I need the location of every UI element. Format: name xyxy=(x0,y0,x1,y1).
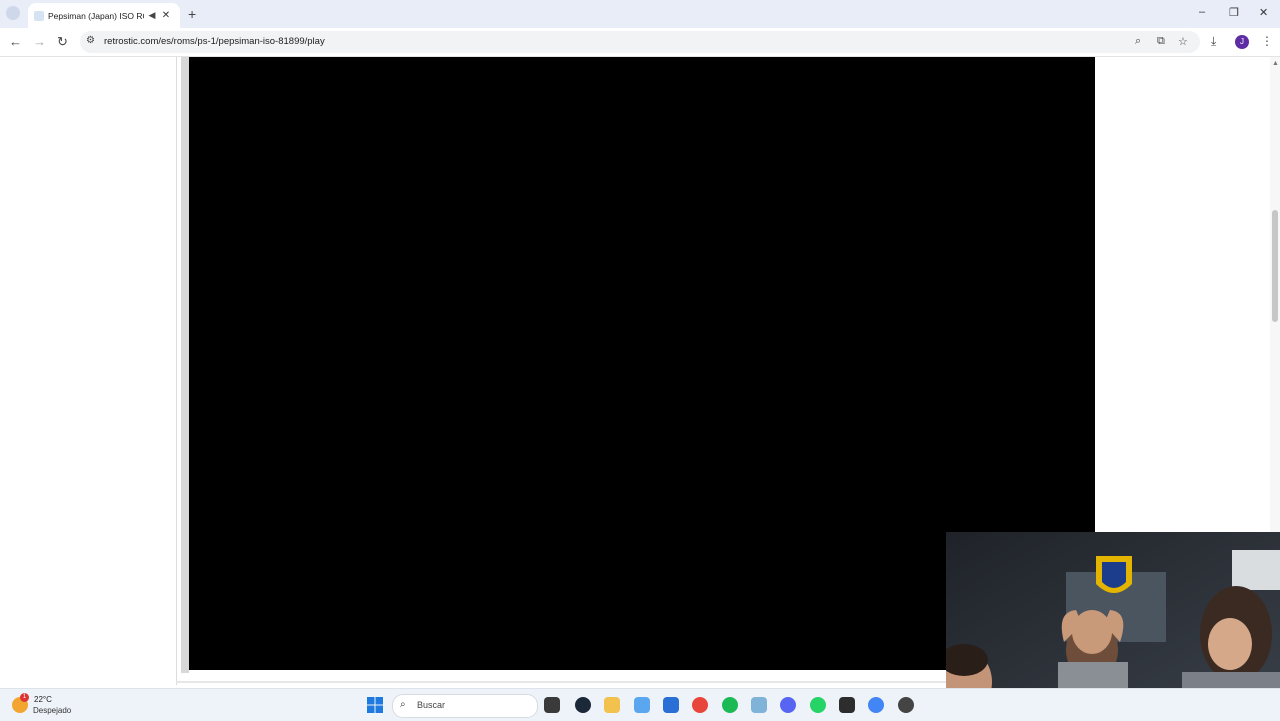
photos-icon[interactable] xyxy=(751,697,767,713)
chrome-profile-icon[interactable] xyxy=(868,697,884,713)
reload-icon[interactable]: ↻ xyxy=(57,34,68,50)
tab-close-icon[interactable]: ✕ xyxy=(160,10,172,21)
windows-taskbar: 1 22°C Despejado ⌕ Buscar xyxy=(0,688,1280,721)
install-app-icon[interactable]: ⧉ xyxy=(1157,35,1165,48)
search-placeholder: Buscar xyxy=(417,700,446,710)
notification-badge: 1 xyxy=(20,693,29,702)
address-bar[interactable]: ⚙ retrostic.com/es/roms/ps-1/pepsiman-is… xyxy=(80,31,1200,53)
zoom-icon[interactable]: ⌕ xyxy=(1135,35,1141,48)
star-icon[interactable]: ☆ xyxy=(1178,35,1188,48)
site-favicon-icon xyxy=(34,10,44,21)
weather-text: Despejado xyxy=(33,706,72,715)
new-tab-button[interactable]: + xyxy=(188,6,196,22)
restore-button[interactable]: ❐ xyxy=(1229,6,1239,19)
window-close-button[interactable]: ✕ xyxy=(1259,6,1268,19)
speaker-icon[interactable]: ◀ xyxy=(146,10,158,21)
minimize-button[interactable]: – xyxy=(1199,6,1205,18)
windows-start-icon[interactable] xyxy=(367,697,383,713)
whatsapp-icon[interactable] xyxy=(810,697,826,713)
folder-icon[interactable] xyxy=(604,697,620,713)
tab-search-button[interactable] xyxy=(6,6,20,20)
search-icon: ⌕ xyxy=(400,699,406,710)
download-icon[interactable]: ⤓ xyxy=(1211,34,1216,49)
chrome-icon[interactable] xyxy=(692,697,708,713)
back-icon[interactable]: ← xyxy=(9,34,22,49)
scrollbar-thumb[interactable] xyxy=(1272,210,1278,322)
steam-icon[interactable] xyxy=(575,697,591,713)
file-explorer-icon[interactable] xyxy=(544,697,560,713)
temperature-text: 22°C xyxy=(34,695,52,704)
tab-title: Pepsiman (Japan) ISO ROM xyxy=(48,10,144,21)
taskbar-search[interactable]: ⌕ Buscar xyxy=(392,694,538,718)
profile-avatar[interactable]: J xyxy=(1235,35,1249,49)
scroll-up-icon[interactable]: ▲ xyxy=(1272,60,1279,67)
tab-strip: Pepsiman (Japan) ISO ROM ◀ ✕ + – ❐ ✕ xyxy=(0,0,1280,28)
spotify-icon[interactable] xyxy=(722,697,738,713)
left-column-divider xyxy=(176,57,177,685)
url-text[interactable]: retrostic.com/es/roms/ps-1/pepsiman-iso-… xyxy=(104,36,325,47)
browser-toolbar: ← → ↻ ⚙ retrostic.com/es/roms/ps-1/pepsi… xyxy=(0,28,1280,57)
site-info-icon[interactable]: ⚙ xyxy=(86,35,95,46)
copilot-icon[interactable] xyxy=(634,697,650,713)
discord-icon[interactable] xyxy=(780,697,796,713)
browser-tab[interactable]: Pepsiman (Japan) ISO ROM ◀ ✕ xyxy=(28,3,180,28)
forward-icon[interactable]: → xyxy=(33,34,46,49)
terminal-icon[interactable] xyxy=(839,697,855,713)
media-player-icon[interactable] xyxy=(898,697,914,713)
store-icon[interactable] xyxy=(663,697,679,713)
kebab-menu-icon[interactable]: ⋮ xyxy=(1261,34,1273,48)
